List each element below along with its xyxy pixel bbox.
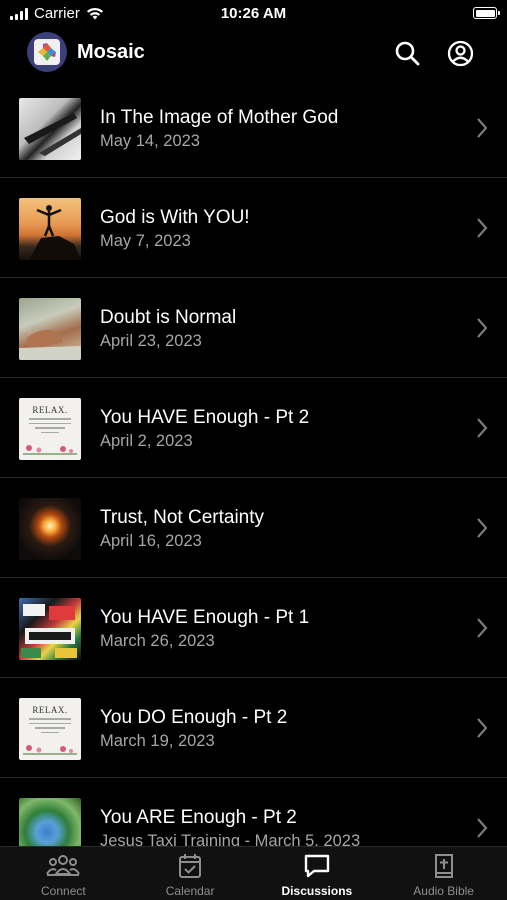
discussion-title: You ARE Enough - Pt 2 (100, 807, 297, 828)
account-icon (447, 40, 473, 66)
discussion-title: You DO Enough - Pt 2 (100, 707, 288, 728)
chevron-right-icon (477, 818, 488, 838)
chevron-right-icon (477, 318, 488, 338)
status-bar: Carrier 10:26 AM (0, 0, 507, 28)
discussion-row[interactable]: In The Image of Mother God May 14, 2023 (0, 78, 507, 178)
discussion-date: April 23, 2023 (100, 332, 202, 350)
chevron-right-icon (477, 718, 488, 738)
discussion-title: God is With YOU! (100, 207, 250, 228)
tab-connect[interactable]: Connect (0, 847, 127, 900)
discussion-row[interactable]: God is With YOU! May 7, 2023 (0, 178, 507, 278)
app-header: Mosaic (0, 28, 507, 78)
discussion-row[interactable]: You ARE Enough - Pt 2 Jesus Taxi Trainin… (0, 778, 507, 846)
discussion-thumbnail (19, 798, 81, 846)
discussion-thumbnail: RELAX. (19, 398, 81, 460)
tab-label: Discussions (281, 884, 353, 898)
app-title: Mosaic (77, 41, 145, 63)
discussion-date: April 16, 2023 (100, 532, 202, 550)
discussion-row[interactable]: Doubt is Normal April 23, 2023 (0, 278, 507, 378)
discussion-date: April 2, 2023 (100, 432, 193, 450)
account-button[interactable] (445, 38, 475, 68)
chevron-right-icon (477, 418, 488, 438)
battery-icon (473, 7, 500, 19)
chevron-right-icon (477, 118, 488, 138)
tab-calendar[interactable]: Calendar (127, 847, 254, 900)
discussion-title: In The Image of Mother God (100, 107, 339, 128)
chevron-right-icon (477, 618, 488, 638)
search-button[interactable] (392, 38, 422, 68)
discussion-date: Jesus Taxi Training - March 5, 2023 (100, 832, 361, 846)
discussion-thumbnail (19, 198, 81, 260)
discussion-thumbnail (19, 498, 81, 560)
discussion-title: You HAVE Enough - Pt 1 (100, 607, 310, 628)
discussion-thumbnail (19, 298, 81, 360)
thumbnail-text: RELAX. (32, 705, 68, 715)
discussion-title: You HAVE Enough - Pt 2 (100, 407, 310, 428)
tab-label: Connect (41, 884, 86, 898)
discussion-date: May 14, 2023 (100, 132, 200, 150)
tab-discussions[interactable]: Discussions (254, 847, 381, 900)
chevron-right-icon (477, 518, 488, 538)
group-icon (46, 855, 81, 876)
tab-audio-bible[interactable]: Audio Bible (380, 847, 507, 900)
tab-bar: Connect Calendar Discussions Audio Bible (0, 846, 507, 900)
discussion-row[interactable]: RELAX. You HAVE Enough - Pt 2 April 2, 2… (0, 378, 507, 478)
mosaic-logo-icon (38, 43, 56, 61)
discussion-row[interactable]: RELAX. You DO Enough - Pt 2 March 19, 20… (0, 678, 507, 778)
thumbnail-text: RELAX. (32, 405, 68, 415)
calendar-icon (179, 854, 202, 878)
discussion-thumbnail (19, 598, 81, 660)
discussion-date: March 26, 2023 (100, 632, 215, 650)
status-time: 10:26 AM (220, 5, 287, 22)
chevron-right-icon (477, 218, 488, 238)
discussion-date: March 19, 2023 (100, 732, 215, 750)
search-icon (395, 41, 420, 66)
discussion-title: Trust, Not Certainty (100, 507, 265, 528)
discussion-row[interactable]: You HAVE Enough - Pt 1 March 26, 2023 (0, 578, 507, 678)
tab-label: Audio Bible (413, 884, 474, 898)
chat-icon (304, 854, 330, 878)
discussion-thumbnail (19, 98, 81, 160)
discussion-thumbnail: RELAX. (19, 698, 81, 760)
app-logo[interactable] (27, 32, 67, 72)
discussion-row[interactable]: Trust, Not Certainty April 16, 2023 (0, 478, 507, 578)
discussion-date: May 7, 2023 (100, 232, 191, 250)
discussion-title: Doubt is Normal (100, 307, 237, 328)
discussion-list: In The Image of Mother God May 14, 2023 … (0, 78, 507, 846)
tab-label: Calendar (165, 884, 215, 898)
bible-icon (434, 854, 453, 878)
